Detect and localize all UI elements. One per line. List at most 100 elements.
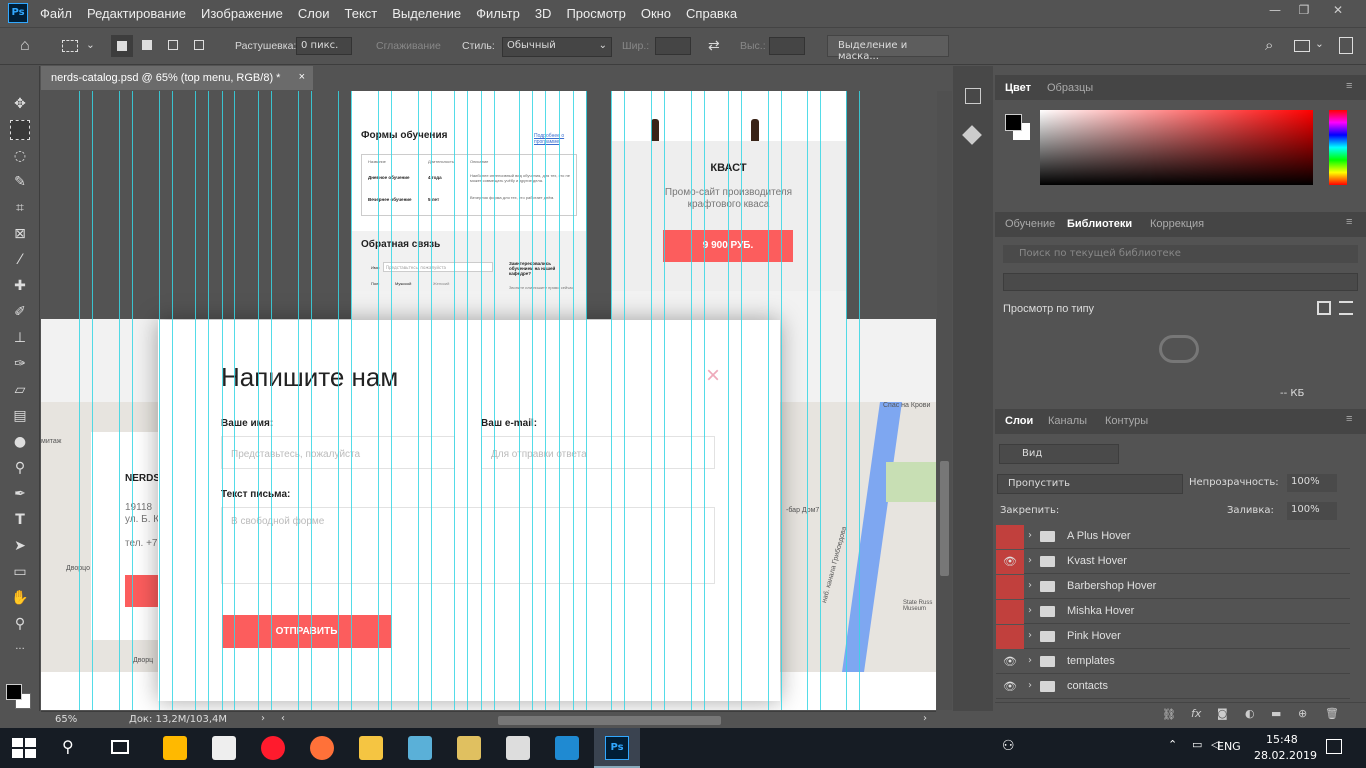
dodge-tool-icon[interactable]: ⚲ <box>10 458 30 478</box>
chevron-right-icon[interactable]: › <box>1028 630 1032 641</box>
swap-icon[interactable]: ⇄ <box>708 37 720 54</box>
foreground-color-swatch[interactable] <box>6 684 22 700</box>
history-panel-icon[interactable] <box>965 88 981 104</box>
history-brush-tool-icon[interactable]: ✑ <box>10 354 30 374</box>
new-layer-icon[interactable]: ⊕ <box>1298 707 1307 720</box>
antialias-checkbox[interactable]: Сглаживание <box>376 40 441 52</box>
layer-row[interactable]: 👁 › contacts <box>996 675 1350 699</box>
new-group-icon[interactable]: ▬ <box>1271 707 1281 720</box>
hue-slider[interactable] <box>1329 110 1347 185</box>
blend-mode-select[interactable]: Пропустить <box>997 474 1183 494</box>
crop-tool-icon[interactable]: ⌗ <box>10 198 30 218</box>
trash-icon[interactable]: 🗑 <box>1325 707 1339 720</box>
hand-tool-icon[interactable]: ✋ <box>10 588 30 608</box>
task-view-icon[interactable] <box>111 740 129 754</box>
gradient-tool-icon[interactable]: ▤ <box>10 406 30 426</box>
panel-menu-icon[interactable]: ≡ <box>1346 216 1352 228</box>
layer-row[interactable]: 👁 › Kvast Hover <box>996 550 1350 574</box>
eraser-tool-icon[interactable]: ▱ <box>10 380 30 400</box>
clock-time[interactable]: 15:48 <box>1266 733 1298 746</box>
photoshop-taskbar-item[interactable]: Ps <box>594 728 640 768</box>
menu-image[interactable]: Изображение <box>201 6 283 21</box>
photoshop-logo-icon[interactable]: Ps <box>8 3 28 23</box>
tab-adjustments[interactable]: Коррекция <box>1150 218 1204 230</box>
menu-3d[interactable]: 3D <box>535 6 552 21</box>
panel-menu-icon[interactable]: ≡ <box>1346 80 1352 92</box>
menu-layer[interactable]: Слои <box>298 6 330 21</box>
chevron-right-icon[interactable]: › <box>1028 605 1032 616</box>
path-select-tool-icon[interactable]: ➤ <box>10 536 30 556</box>
visibility-toggle[interactable] <box>996 625 1024 649</box>
submit-button[interactable]: ОТПРАВИТЬ <box>222 615 391 648</box>
file-explorer-icon[interactable] <box>359 736 383 760</box>
feather-input[interactable]: 0 пикс. <box>296 37 352 55</box>
search-icon[interactable]: ⌕ <box>1265 37 1273 54</box>
move-tool-icon[interactable]: ✥ <box>10 94 30 114</box>
mail-icon[interactable] <box>212 736 236 760</box>
subtract-selection-icon[interactable] <box>168 40 178 50</box>
chevron-right-icon[interactable]: › <box>1028 555 1032 566</box>
menu-filter[interactable]: Фильтр <box>476 6 520 21</box>
marquee-preset-icon[interactable] <box>62 40 78 52</box>
visibility-toggle[interactable] <box>996 600 1024 624</box>
fill-input[interactable]: 100% <box>1287 502 1337 520</box>
layer-row[interactable]: › A Plus Hover <box>996 525 1350 549</box>
layer-row[interactable]: › Barbershop Hover <box>996 575 1350 599</box>
mask-icon[interactable]: ◙ <box>1217 707 1228 720</box>
intersect-selection-icon[interactable] <box>194 40 204 50</box>
fx-icon[interactable]: fx <box>1191 707 1201 720</box>
chevron-right-icon[interactable]: › <box>261 713 265 724</box>
library-search-input[interactable]: Поиск по текущей библиотеке <box>1003 245 1358 263</box>
tab-channels[interactable]: Каналы <box>1048 415 1087 427</box>
type-tool-icon[interactable]: T <box>10 510 30 530</box>
chevron-down-icon[interactable]: ⌄ <box>86 39 95 51</box>
notifications-icon[interactable] <box>1326 739 1342 754</box>
vertical-scrollbar[interactable] <box>937 91 952 710</box>
style-select[interactable]: Обычный ⌄ <box>502 37 612 57</box>
workspace-icon[interactable] <box>1294 40 1310 52</box>
visibility-toggle[interactable] <box>996 525 1024 549</box>
fg-color-swatch[interactable] <box>1005 114 1022 131</box>
horizontal-scrollbar-thumb[interactable] <box>498 716 721 725</box>
clock-date[interactable]: 28.02.2019 <box>1254 749 1317 762</box>
brush-tool-icon[interactable]: ✐ <box>10 302 30 322</box>
eye-icon[interactable]: 👁 <box>996 550 1024 574</box>
chevron-up-icon[interactable]: ⌃ <box>1168 738 1177 751</box>
tab-paths[interactable]: Контуры <box>1105 415 1148 427</box>
course-link[interactable]: Подробнее о программе <box>534 133 586 145</box>
minimize-icon[interactable]: — <box>1265 3 1285 21</box>
feedback-name-input[interactable]: Представьтесь, пожалуйста <box>383 262 493 272</box>
width-input[interactable] <box>655 37 691 55</box>
doc-info[interactable]: Док: 13,2M/103,4M <box>129 714 227 725</box>
marquee-tool-icon[interactable] <box>10 120 30 140</box>
tab-libraries[interactable]: Библиотеки <box>1067 218 1132 230</box>
zoom-tool-icon[interactable]: ⚲ <box>10 614 30 634</box>
chevron-down-icon[interactable]: ⌄ <box>1315 38 1324 50</box>
scroll-right-icon[interactable]: › <box>923 713 927 724</box>
tab-layers[interactable]: Слои <box>1005 415 1033 427</box>
adjustment-layer-icon[interactable]: ◐ <box>1245 707 1255 720</box>
color-picker-field[interactable] <box>1040 110 1313 185</box>
notepad-icon[interactable] <box>408 736 432 760</box>
chevron-right-icon[interactable]: › <box>1028 580 1032 591</box>
vscode-icon[interactable] <box>555 736 579 760</box>
link-layers-icon[interactable]: ⛓ <box>1162 708 1176 721</box>
more-tools-icon[interactable]: ··· <box>10 640 30 660</box>
zoom-level[interactable]: 65% <box>55 714 77 725</box>
feedback-male[interactable]: Мужской <box>395 281 411 286</box>
menu-file[interactable]: Файл <box>40 6 72 21</box>
frame-tool-icon[interactable]: ⊠ <box>10 224 30 244</box>
height-input[interactable] <box>769 37 805 55</box>
tab-swatches[interactable]: Образцы <box>1047 82 1093 94</box>
firefox-icon[interactable] <box>310 736 334 760</box>
blur-tool-icon[interactable]: ● <box>10 432 30 452</box>
search-icon[interactable]: ⚲ <box>62 737 74 756</box>
panel-menu-icon[interactable]: ≡ <box>1346 413 1352 425</box>
store-icon[interactable] <box>163 736 187 760</box>
menu-help[interactable]: Справка <box>686 6 737 21</box>
healing-brush-tool-icon[interactable]: ✚ <box>10 276 30 296</box>
view-by-type[interactable]: Просмотр по типу <box>1003 303 1094 315</box>
tab-color[interactable]: Цвет <box>1005 82 1031 94</box>
language-indicator[interactable]: ENG <box>1217 740 1241 753</box>
new-selection-icon[interactable] <box>111 35 133 57</box>
